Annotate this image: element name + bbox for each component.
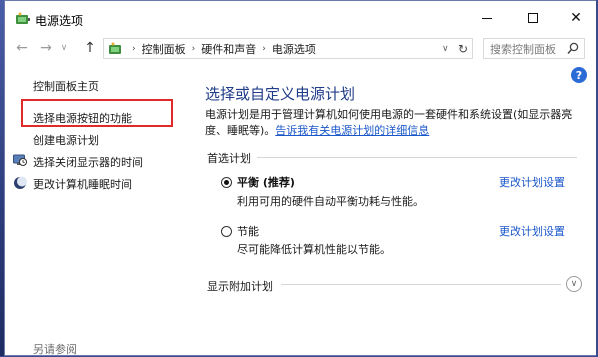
address-dropdown-icon[interactable]: ∨ bbox=[442, 42, 452, 56]
description-line-2: 度、睡眠等)。告诉我有关电源计划的详细信息 bbox=[205, 123, 585, 139]
back-button[interactable]: ← bbox=[13, 39, 31, 57]
up-button[interactable]: ↑ bbox=[81, 39, 99, 57]
sidebar-item-power-button-function[interactable]: 选择电源按钮的功能 bbox=[33, 110, 132, 126]
breadcrumb-separator-icon[interactable]: › bbox=[192, 44, 196, 54]
maximize-button[interactable] bbox=[510, 1, 556, 35]
breadcrumb-power-options[interactable]: 电源选项 bbox=[272, 41, 316, 57]
description-line-2-text: 度、睡眠等)。 bbox=[205, 124, 276, 137]
description-line-1: 电源计划是用于管理计算机如何使用电源的一套硬件和系统设置(如显示器亮 bbox=[205, 108, 573, 121]
help-icon: ? bbox=[575, 68, 583, 82]
title-bar: 电源选项 ✕ bbox=[5, 1, 597, 35]
moon-icon bbox=[14, 176, 27, 189]
power-saver-plan-radio[interactable] bbox=[221, 226, 232, 237]
power-options-window: 电源选项 ✕ ← → ∨ ↑ › 控制面板 › 硬件和声音 › 电源选项 ∨ ↻… bbox=[4, 0, 596, 356]
back-arrow-icon: ← bbox=[16, 40, 28, 56]
page-title: 选择或自定义电源计划 bbox=[205, 85, 356, 103]
up-arrow-icon: ↑ bbox=[84, 40, 96, 56]
power-saver-plan-name[interactable]: 节能 bbox=[237, 223, 259, 239]
forward-button[interactable]: → bbox=[37, 39, 55, 57]
balanced-plan-name[interactable]: 平衡 (推荐) bbox=[237, 174, 295, 190]
show-additional-plans-label[interactable]: 显示附加计划 bbox=[207, 278, 273, 294]
learn-more-link[interactable]: 告诉我有关电源计划的详细信息 bbox=[275, 124, 429, 137]
monitor-clock-icon bbox=[13, 154, 27, 166]
close-button[interactable]: ✕ bbox=[556, 1, 596, 35]
breadcrumb-separator-icon: › bbox=[132, 43, 136, 54]
minimize-button[interactable] bbox=[464, 1, 510, 35]
close-icon: ✕ bbox=[570, 10, 582, 26]
refresh-icon[interactable]: ↻ bbox=[456, 41, 470, 57]
section-divider bbox=[257, 157, 577, 158]
maximize-icon bbox=[528, 13, 538, 23]
search-placeholder: 搜索控制面板 bbox=[490, 42, 556, 56]
balanced-change-settings-link[interactable]: 更改计划设置 bbox=[499, 174, 565, 190]
chevron-down-icon: ∨ bbox=[60, 43, 68, 53]
minimize-icon bbox=[482, 17, 492, 19]
breadcrumb-hardware-sound[interactable]: 硬件和声音 bbox=[201, 41, 256, 57]
breadcrumb-separator-icon[interactable]: › bbox=[262, 44, 266, 54]
power-options-icon bbox=[16, 12, 30, 24]
see-also-heading: 另请参阅 bbox=[33, 343, 77, 356]
search-icon[interactable] bbox=[567, 42, 579, 55]
search-box[interactable]: 搜索控制面板 bbox=[483, 38, 585, 59]
window-title: 电源选项 bbox=[35, 14, 84, 28]
control-panel-icon bbox=[109, 42, 121, 54]
power-saver-plan-description: 尽可能降低计算机性能以节能。 bbox=[237, 243, 391, 256]
preferred-plans-heading: 首选计划 bbox=[207, 152, 251, 165]
address-bar[interactable]: › 控制面板 › 硬件和声音 › 电源选项 ∨ ↻ bbox=[103, 38, 473, 59]
sidebar-item-display-off-time[interactable]: 选择关闭显示器的时间 bbox=[33, 154, 143, 170]
balanced-plan-description: 利用可用的硬件自动平衡功耗与性能。 bbox=[237, 195, 424, 208]
help-button[interactable]: ? bbox=[571, 67, 587, 83]
section-divider bbox=[281, 284, 561, 285]
sidebar-item-sleep-time[interactable]: 更改计算机睡眠时间 bbox=[33, 176, 132, 192]
power-saver-change-settings-link[interactable]: 更改计划设置 bbox=[499, 223, 565, 239]
chevron-down-icon: ∨ bbox=[570, 279, 578, 289]
expand-button[interactable]: ∨ bbox=[566, 276, 582, 292]
recent-locations-button[interactable]: ∨ bbox=[57, 39, 71, 57]
breadcrumb-control-panel[interactable]: 控制面板 bbox=[142, 41, 186, 57]
forward-arrow-icon: → bbox=[40, 40, 52, 56]
sidebar-item-create-power-plan[interactable]: 创建电源计划 bbox=[33, 132, 99, 148]
page-description: 电源计划是用于管理计算机如何使用电源的一套硬件和系统设置(如显示器亮 度、睡眠等… bbox=[205, 107, 585, 139]
balanced-plan-radio[interactable] bbox=[221, 177, 232, 188]
sidebar-item-control-panel-home[interactable]: 控制面板主页 bbox=[33, 78, 99, 94]
navigation-bar: ← → ∨ ↑ › 控制面板 › 硬件和声音 › 电源选项 ∨ ↻ 搜索控制面板 bbox=[5, 35, 597, 61]
